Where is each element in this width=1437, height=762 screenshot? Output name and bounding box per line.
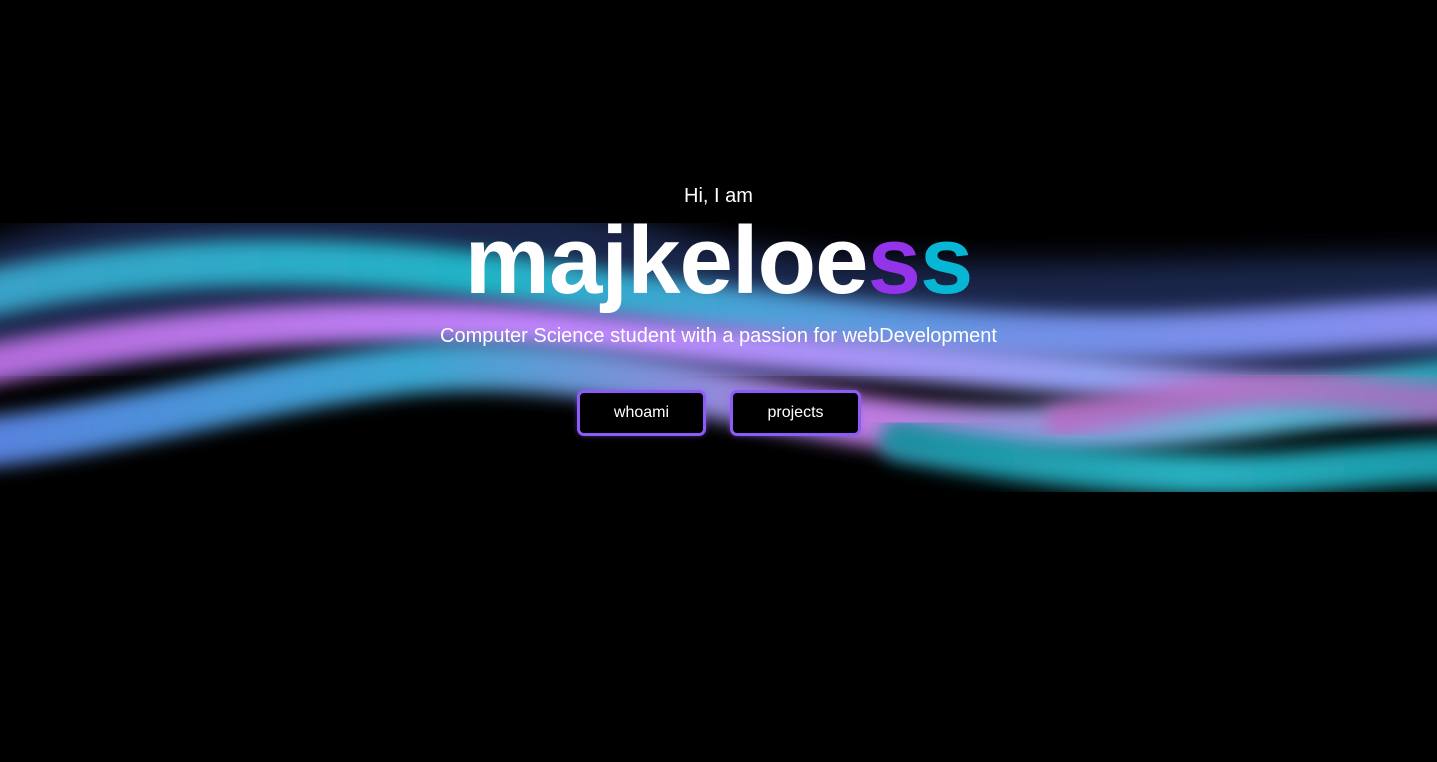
whoami-button[interactable]: whoami — [577, 390, 706, 436]
site-name-heading: majkeloess — [0, 206, 1437, 316]
projects-button[interactable]: projects — [730, 390, 861, 436]
hero-section: Hi, I am majkeloess Computer Science stu… — [0, 0, 1437, 762]
tagline-text: Computer Science student with a passion … — [440, 325, 997, 347]
name-main: majkeloe — [464, 207, 869, 314]
name-accent-cyan: s — [919, 207, 973, 314]
name-accent-purple: s — [867, 207, 921, 314]
